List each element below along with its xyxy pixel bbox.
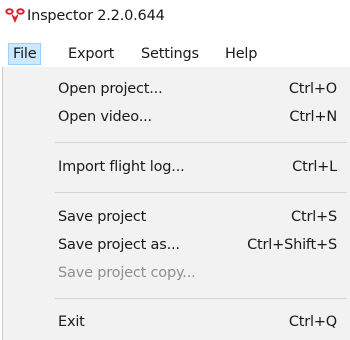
menu-settings[interactable]: Settings	[141, 43, 199, 65]
menu-help[interactable]: Help	[225, 43, 257, 65]
menu-item-shortcut: Ctrl+N	[289, 109, 337, 125]
title-bar: Inspector 2.2.0.644	[0, 0, 350, 34]
menu-file[interactable]: File	[8, 43, 42, 65]
file-menu-dropdown: Open project... Ctrl+O Open video... Ctr…	[2, 67, 350, 340]
menu-item-save-project-as[interactable]: Save project as... Ctrl+Shift+S	[3, 233, 349, 261]
menu-item-shortcut: Ctrl+O	[288, 81, 337, 97]
menu-item-save-project[interactable]: Save project Ctrl+S	[3, 205, 349, 233]
menu-item-exit[interactable]: Exit Ctrl+Q	[3, 310, 349, 338]
menu-item-shortcut: Ctrl+Shift+S	[247, 237, 337, 253]
app-window: Inspector 2.2.0.644 File Export Settings…	[0, 0, 350, 340]
menu-item-label: Open project...	[58, 81, 163, 97]
menu-item-shortcut: Ctrl+S	[291, 209, 337, 225]
menu-item-label: Save project as...	[58, 237, 180, 253]
menu-item-open-project[interactable]: Open project... Ctrl+O	[3, 77, 349, 105]
menu-item-open-video[interactable]: Open video... Ctrl+N	[3, 105, 349, 133]
menu-item-shortcut: Ctrl+L	[292, 159, 337, 175]
menu-bar: File Export Settings Help	[0, 41, 350, 67]
menu-separator	[55, 142, 347, 143]
menu-item-label: Exit	[58, 314, 85, 330]
menu-item-label: Save project	[58, 209, 147, 225]
menu-item-label: Open video...	[58, 109, 152, 125]
menu-item-shortcut: Ctrl+Q	[288, 314, 337, 330]
menu-export[interactable]: Export	[68, 43, 114, 65]
drone-logo-icon	[4, 7, 26, 24]
menu-item-label: Save project copy...	[58, 265, 196, 281]
menu-separator	[55, 298, 347, 299]
menu-separator	[55, 192, 347, 193]
window-title: Inspector 2.2.0.644	[27, 8, 165, 24]
menu-item-import-flight-log[interactable]: Import flight log... Ctrl+L	[3, 155, 349, 183]
menu-item-save-project-copy[interactable]: Save project copy...	[3, 261, 349, 289]
menu-item-label: Import flight log...	[58, 159, 185, 175]
